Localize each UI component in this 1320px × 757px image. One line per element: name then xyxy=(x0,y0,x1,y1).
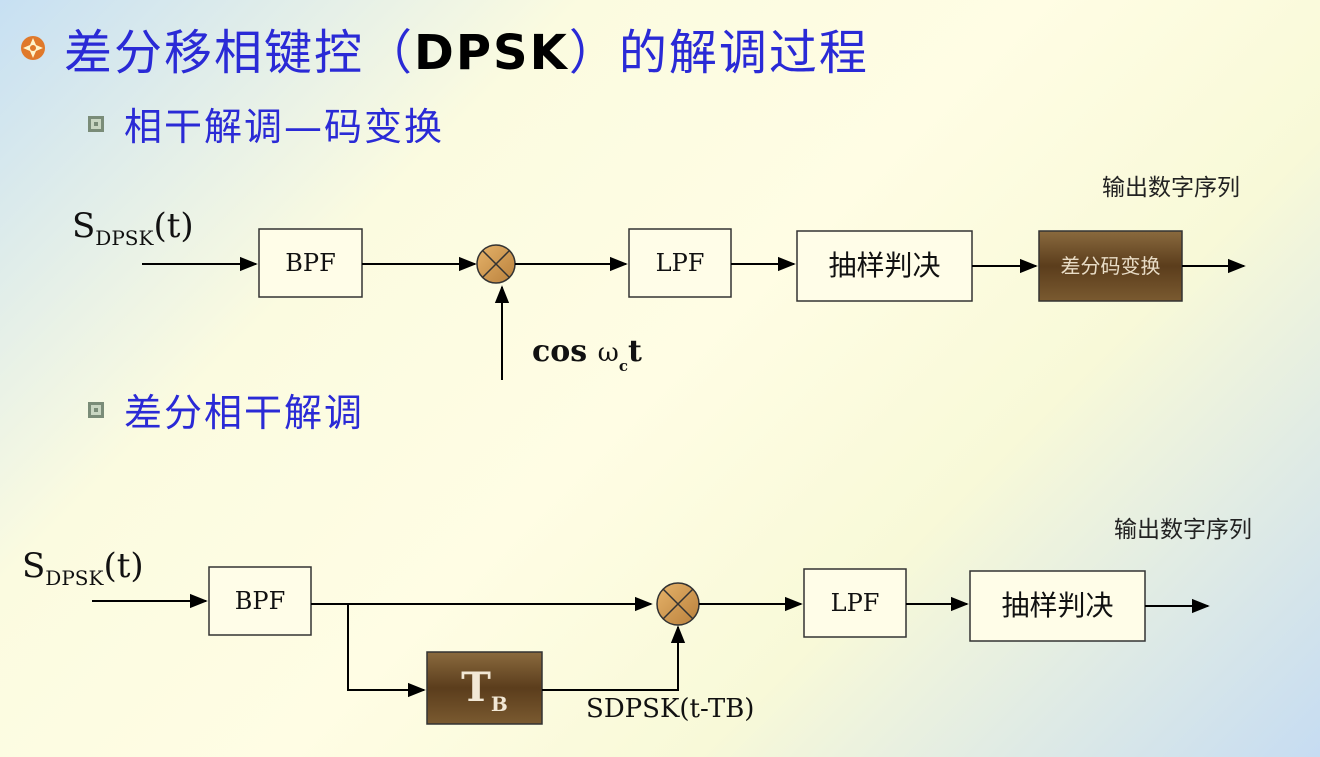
mixer-icon xyxy=(656,582,700,626)
lpf-label: LPF xyxy=(655,249,705,277)
output-label: 输出数字序列 xyxy=(1114,517,1252,543)
delayed-signal-label: SDPSK(t-TB) xyxy=(586,694,755,724)
arrow-bpf-delay xyxy=(347,604,426,698)
bpf-label: BPF xyxy=(285,249,336,277)
lpf-label: LPF xyxy=(830,589,880,617)
delay-label: TB xyxy=(461,664,508,716)
input-signal-label: SDPSK(t) xyxy=(22,546,144,590)
arrow-delay-mixer xyxy=(542,625,686,691)
converter-label: 差分码变换 xyxy=(1060,254,1161,278)
sampler-label: 抽样判决 xyxy=(1001,589,1114,622)
output-label: 输出数字序列 xyxy=(1102,175,1240,201)
block-diagrams xyxy=(92,228,1246,725)
bpf-label: BPF xyxy=(234,587,286,615)
carrier-label: cos ωct xyxy=(532,334,642,375)
mixer-icon xyxy=(476,244,516,284)
input-signal-label: SDPSK(t) xyxy=(72,206,194,250)
sampler-label: 抽样判决 xyxy=(828,249,941,282)
